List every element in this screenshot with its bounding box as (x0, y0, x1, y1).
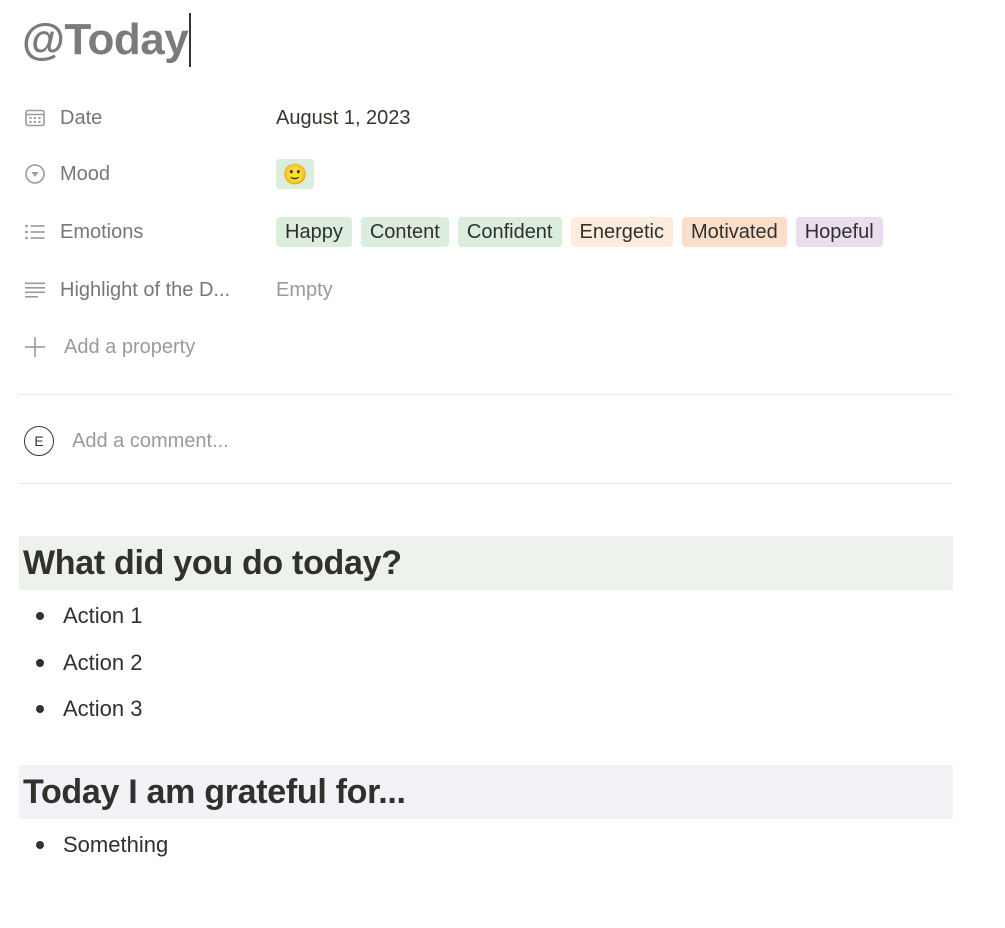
highlight-value[interactable]: Empty (276, 279, 333, 302)
list-item-text: Action 1 (63, 603, 143, 629)
tag-energetic[interactable]: Energetic (570, 217, 673, 247)
avatar: E (24, 426, 54, 456)
select-icon (24, 162, 54, 186)
heading-what-did-you-do[interactable]: What did you do today? (19, 536, 953, 590)
property-row-highlight[interactable]: Highlight of the D... Empty (24, 268, 954, 312)
tag-confident[interactable]: Confident (457, 217, 562, 247)
list-item[interactable]: Something (32, 822, 932, 869)
empty-placeholder: Empty (276, 278, 333, 301)
list-item[interactable]: Action 2 (32, 640, 932, 687)
property-label: Emotions (60, 220, 144, 243)
heading-grateful-for[interactable]: Today I am grateful for... (19, 765, 953, 819)
property-name-highlight[interactable]: Highlight of the D... (24, 278, 276, 302)
property-label: Date (60, 106, 103, 129)
property-row-emotions[interactable]: Emotions Happy Content Confident Energet… (24, 210, 954, 254)
calendar-icon (24, 106, 54, 130)
divider (19, 483, 953, 484)
property-label: Highlight of the D... (60, 278, 231, 301)
page-title[interactable]: @Today (22, 12, 192, 68)
date-value[interactable]: August 1, 2023 (276, 107, 411, 130)
mood-value[interactable]: 🙂 (276, 159, 314, 189)
bulleted-list: Something (32, 822, 932, 869)
list-item-text: Action 3 (63, 696, 143, 722)
list-item[interactable]: Action 3 (32, 686, 932, 733)
text-cursor (189, 13, 192, 67)
tag-motivated[interactable]: Motivated (682, 217, 787, 247)
list-item-text: Something (63, 832, 169, 858)
tag-happy[interactable]: Happy (276, 217, 352, 247)
multi-select-list-icon (24, 220, 54, 244)
bulleted-list: Action 1 Action 2 Action 3 (32, 593, 932, 733)
comment-input[interactable] (72, 429, 572, 453)
plus-icon (24, 336, 64, 358)
property-row-date[interactable]: Date August 1, 2023 (24, 96, 954, 140)
property-name-date[interactable]: Date (24, 106, 276, 130)
bullet-icon (36, 841, 44, 850)
tag-hopeful[interactable]: Hopeful (795, 217, 883, 247)
add-property-button[interactable]: Add a property (24, 327, 195, 367)
list-item-text: Action 2 (63, 649, 143, 675)
comment-bar: E (24, 424, 572, 458)
mood-tag[interactable]: 🙂 (276, 159, 314, 189)
property-name-emotions[interactable]: Emotions (24, 220, 276, 244)
divider (19, 394, 953, 395)
property-label: Mood (60, 162, 111, 185)
bullet-icon (36, 705, 44, 714)
list-item[interactable]: Action 1 (32, 593, 932, 640)
bullet-icon (36, 612, 44, 621)
page-title-text[interactable]: @Today (22, 15, 189, 65)
property-name-mood[interactable]: Mood (24, 162, 276, 186)
emotions-value[interactable]: Happy Content Confident Energetic Motiva… (276, 217, 883, 247)
property-row-mood[interactable]: Mood 🙂 (24, 152, 954, 196)
tag-content[interactable]: Content (360, 217, 449, 247)
add-property-label: Add a property (64, 335, 196, 358)
bullet-icon (36, 658, 44, 667)
date-text: August 1, 2023 (276, 106, 411, 129)
page: @Today Date August 1, 2023 Mood 🙂 Emotio… (0, 0, 1005, 928)
text-lines-icon (24, 278, 54, 302)
